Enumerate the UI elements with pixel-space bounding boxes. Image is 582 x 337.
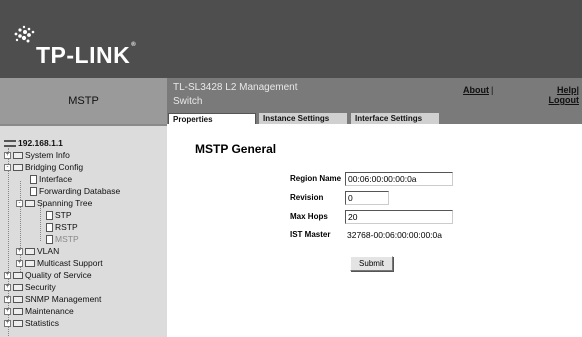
about-link[interactable]: About (463, 85, 489, 95)
folder-icon (13, 320, 23, 328)
folder-icon (25, 260, 35, 268)
tp-link-logo: TP-LINK® (12, 20, 172, 68)
tab-instance-settings[interactable]: Instance Settings (259, 113, 347, 124)
switch-title: TL-SL3428 L2 Management Switch (173, 82, 298, 107)
top-banner: TP-LINK® (0, 0, 582, 78)
tree-item-security[interactable]: + Security (4, 282, 56, 293)
expand-icon[interactable]: + (4, 320, 11, 328)
tree-item-vlan[interactable]: + VLAN (16, 246, 59, 257)
navigation-tree: 192.168.1.1 + System Info - Bridging Confi… (0, 124, 167, 337)
tree-item-bridging-config[interactable]: - Bridging Config (4, 162, 83, 173)
tree-item-spanning-tree[interactable]: - Spanning Tree (16, 198, 92, 209)
collapse-icon[interactable]: - (16, 200, 23, 208)
tree-item-snmp-management[interactable]: + SNMP Management (4, 294, 101, 305)
tree-item-root[interactable]: 192.168.1.1 (4, 138, 63, 149)
collapse-icon[interactable]: - (4, 164, 11, 172)
folder-icon (13, 296, 23, 304)
folder-icon (13, 152, 23, 160)
folder-icon (13, 308, 23, 316)
left-header-title: MSTP (0, 78, 167, 124)
folder-icon (25, 248, 35, 256)
revision-label: Revision (290, 193, 324, 202)
expand-icon[interactable]: + (16, 248, 23, 256)
ist-master-label: IST Master (290, 230, 331, 239)
expand-icon[interactable]: + (4, 152, 11, 160)
tree-item-system-info[interactable]: + System Info (4, 150, 70, 161)
folder-open-icon (25, 200, 35, 208)
submit-button[interactable]: Submit (350, 256, 393, 271)
page-icon (46, 223, 53, 233)
region-name-input[interactable] (345, 172, 453, 186)
tab-properties[interactable]: Properties (168, 113, 256, 124)
page-icon (30, 187, 37, 197)
region-name-label: Region Name (290, 174, 342, 183)
folder-icon (13, 284, 23, 292)
help-separator: | (576, 85, 579, 95)
page-icon (30, 175, 37, 185)
help-link[interactable]: Help| (557, 85, 579, 95)
tree-item-interface[interactable]: Interface (30, 174, 72, 185)
logout-link[interactable]: Logout (549, 95, 580, 105)
folder-icon (13, 272, 23, 280)
expand-icon[interactable]: + (4, 308, 11, 316)
tree-item-forwarding-database[interactable]: Forwarding Database (30, 186, 120, 197)
tree-item-stp[interactable]: STP (46, 210, 72, 221)
network-icon (4, 140, 16, 148)
max-hops-input[interactable] (345, 210, 453, 224)
tree-item-multicast-support[interactable]: + Multicast Support (16, 258, 103, 269)
page-title: MSTP General (195, 142, 277, 156)
expand-icon[interactable]: + (4, 296, 11, 304)
tree-item-maintenance[interactable]: + Maintenance (4, 306, 74, 317)
expand-icon[interactable]: + (4, 284, 11, 292)
about-separator: | (491, 85, 494, 95)
expand-icon[interactable]: + (4, 272, 11, 280)
tree-item-quality-of-service[interactable]: + Quality of Service (4, 270, 92, 281)
tab-strip: Properties Instance Settings Interface S… (167, 113, 582, 124)
page-icon (46, 235, 53, 245)
expand-icon[interactable]: + (16, 260, 23, 268)
max-hops-label: Max Hops (290, 212, 328, 221)
header-bar: TL-SL3428 L2 Management Switch About | H… (167, 78, 582, 113)
logo-text: TP-LINK® (36, 42, 137, 68)
ist-master-value: 32768-00:06:00:00:00:0a (347, 230, 443, 240)
tree-item-statistics[interactable]: + Statistics (4, 318, 59, 329)
folder-open-icon (13, 164, 23, 172)
tree-guide-line (40, 206, 41, 241)
page-icon (46, 211, 53, 221)
main-content: MSTP General Region Name Revision Max Ho… (167, 124, 582, 337)
tab-interface-settings[interactable]: Interface Settings (351, 113, 439, 124)
revision-input[interactable] (345, 191, 389, 205)
tree-item-rstp[interactable]: RSTP (46, 222, 78, 233)
tree-item-mstp[interactable]: MSTP (46, 234, 79, 245)
